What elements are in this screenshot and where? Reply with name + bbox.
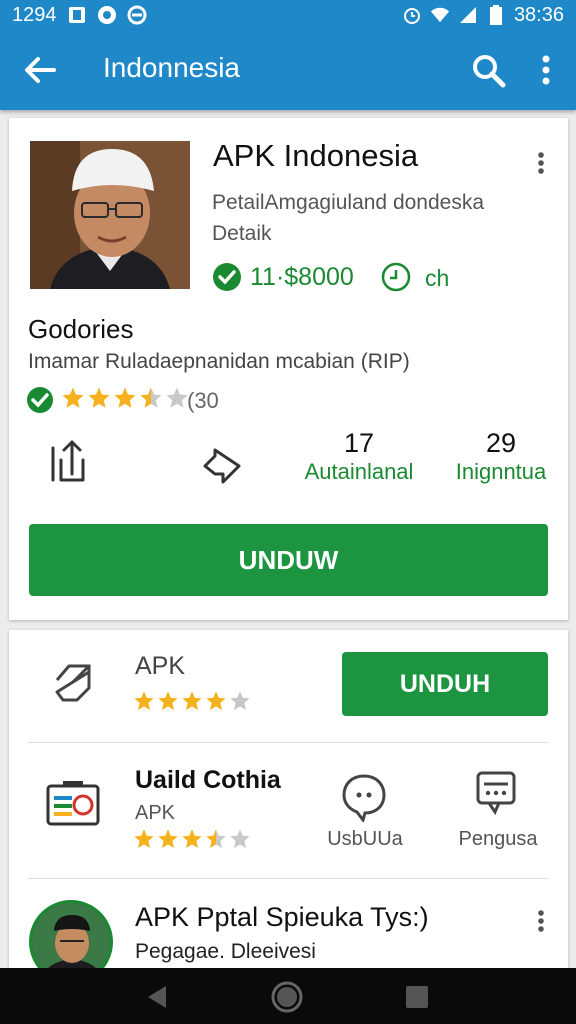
stat-1-label: Autainlanal [304,459,414,484]
verified-check-icon [212,262,242,292]
app-bar: Indonnesia [0,30,576,110]
list-item-3-overflow-icon[interactable] [533,906,549,936]
star-icon [205,690,227,717]
stat-2: 29 Inignntua [443,428,559,485]
overflow-menu-icon[interactable] [534,50,558,90]
list-item-1-title: APK [135,652,186,680]
list-item-2-rating [133,828,251,855]
list-item-2-subtitle: APK [135,802,176,824]
external-link-icon [49,658,97,706]
star-icon [87,386,111,415]
list-item-1-rating [133,690,251,717]
star-icon [229,690,251,717]
star-icon [181,690,203,717]
star-icon [165,386,189,415]
stat-1: 17 Autainlanal [299,428,419,485]
star-icon [157,690,179,717]
star-icon [133,690,155,717]
sync-icon [127,5,147,25]
app-thumb-icon [45,778,101,828]
list-item-2-action1-label[interactable]: UsbUUa [317,828,413,851]
app-detail-card: APK Indonesia PetailAmgagiuland dondeska… [9,118,568,620]
nav-back-icon[interactable] [144,984,170,1010]
app-name: APK Indonesia [213,138,419,173]
nav-recents-icon[interactable] [404,984,430,1010]
signal-icon [458,5,478,25]
stat-1-value: 17 [343,428,375,458]
app-description-line1: PetailAmgagiuland dondeska [212,191,485,214]
clock-icon [381,262,411,292]
wifi-icon [430,5,450,25]
star-icon [139,386,163,415]
rating-stars [61,386,189,415]
app-overflow-menu-icon[interactable] [533,148,549,178]
star-icon [229,828,251,855]
list-item-3-subtitle: Pegagae. Dleeivesi [135,940,316,963]
star-icon [157,828,179,855]
stat-2-label: Inignntua [455,459,547,484]
chat-icon [97,5,117,25]
share-icon[interactable] [47,436,91,484]
stat-2-value: 29 [485,428,517,458]
forward-arrow-icon[interactable] [199,436,247,484]
star-icon [181,828,203,855]
app-badge-text: ch [425,265,450,291]
star-icon [61,386,85,415]
related-apps-card: APK UNDUH Uaild Cothia APK UsbUUa Pengus… [9,630,568,984]
category-title: Godories [28,314,134,344]
list-item-1-download-button[interactable]: UNDUH [342,652,548,716]
list-divider [28,878,549,879]
star-icon [133,828,155,855]
status-bar: 1294 38:36 [0,0,576,30]
comment-icon[interactable] [475,770,517,816]
rating-count: (30 [187,388,219,413]
app-price: 11·$8000 [250,263,354,291]
list-item-2-action2-label[interactable]: Pengusa [445,828,551,851]
list-item-3-title: APK Pptal Spieuka Tys:) [135,902,429,932]
alarm-icon [402,5,422,25]
rating-verified-icon [26,386,54,414]
back-arrow-icon[interactable] [20,50,60,90]
notification-icon [67,5,87,25]
system-nav-bar [0,968,576,1024]
nav-home-icon[interactable] [270,980,304,1014]
battery-icon [486,5,506,25]
page-title: Indonnesia [103,52,241,83]
list-item-2-title: Uaild Cothia [135,766,281,794]
app-description-line2: Detaik [212,222,272,245]
app-photo [30,141,190,289]
star-icon [113,386,137,415]
chat-bubble-icon[interactable] [339,772,389,824]
category-subtitle: Imamar Ruladaepnanidan mcabian (RIP) [28,350,410,373]
star-icon [205,828,227,855]
download-button[interactable]: UNDUW [29,524,548,596]
list-divider [28,742,549,743]
status-time-left: 1294 [12,3,57,26]
status-time-right: 38:36 [513,3,564,26]
search-icon[interactable] [468,50,508,90]
